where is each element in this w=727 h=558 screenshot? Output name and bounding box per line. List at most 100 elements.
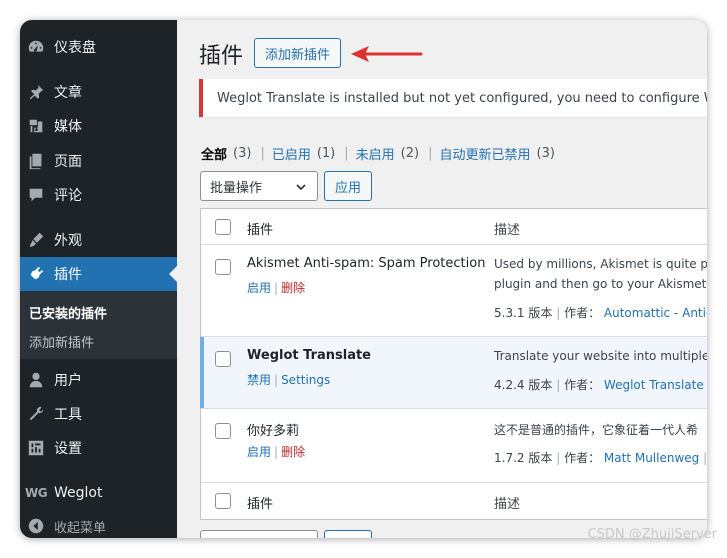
activate-link[interactable]: 启用 [247, 445, 271, 459]
dashboard-icon [26, 37, 46, 57]
sidebar-item-comments[interactable]: 评论 [20, 178, 177, 212]
comment-icon [26, 185, 46, 205]
meta-separator: | [556, 451, 561, 465]
meta-separator: | [556, 378, 561, 392]
plugin-status-filters: 全部 (3) | 已启用 (1) | 未启用 (2) | 自动更新已禁用 (3) [201, 144, 555, 163]
sidebar-item-label: 外观 [54, 233, 82, 249]
author-link[interactable]: Matt Mullenweg [604, 451, 699, 465]
plugin-icon [26, 264, 46, 284]
wp-admin-window: 仪表盘 文章 媒体 页面 评论 外观 插件 已安装的插件 添加新插件 用户 工具… [20, 20, 707, 538]
sidebar-item-users[interactable]: 用户 [20, 363, 177, 397]
apply-button-bottom[interactable] [324, 530, 372, 538]
sidebar-item-label: 评论 [54, 188, 82, 204]
wrench-icon [26, 404, 46, 424]
add-new-plugin-button[interactable]: 添加新插件 [254, 38, 341, 68]
author-label: 作者： [564, 306, 601, 320]
user-icon [26, 370, 46, 390]
author-link[interactable]: Weglot Translate te [604, 378, 707, 392]
plugin-meta: 4.2.4 版本 | 作者： Weglot Translate te [494, 376, 707, 393]
filter-inactive[interactable]: 未启用 [356, 144, 395, 163]
plugin-description-line: plugin and then go to your Akismet S [494, 277, 707, 291]
plugin-meta: 5.3.1 版本 | 作者： Automattic - Anti-s [494, 304, 707, 321]
author-label: 作者： [564, 451, 601, 465]
filter-all-count: (3) [233, 146, 252, 161]
author-label: 作者： [564, 378, 601, 392]
table-header-row: 插件 描述 [201, 209, 707, 245]
main-content: 插件 添加新插件 Weglot Translate is installed b… [177, 20, 707, 538]
plugin-version: 1.7.2 版本 [494, 451, 553, 465]
plugin-description-line: Used by millions, Akismet is quite pos [494, 257, 707, 271]
apply-button[interactable]: 应用 [324, 171, 372, 201]
filter-all[interactable]: 全部 [201, 144, 227, 163]
sidebar-item-pages[interactable]: 页面 [20, 144, 177, 178]
sidebar-item-label: 仪表盘 [54, 40, 96, 56]
settings-link[interactable]: Settings [281, 373, 330, 387]
row-checkbox[interactable] [215, 423, 231, 439]
meta-separator: | [703, 451, 707, 465]
action-separator: | [274, 373, 279, 387]
sidebar-item-label: 用户 [54, 373, 82, 389]
sidebar-item-tools[interactable]: 工具 [20, 397, 177, 431]
page-title: 插件 [199, 44, 244, 69]
sidebar-item-label: 媒体 [54, 119, 82, 135]
settings-icon [26, 438, 46, 458]
author-link[interactable]: Automattic - Anti-s [604, 306, 707, 320]
filter-separator: | [260, 146, 265, 161]
weglot-icon: WG [24, 486, 48, 500]
column-header-description: 描述 [494, 223, 521, 238]
filter-active[interactable]: 已启用 [272, 144, 311, 163]
plugin-name: Akismet Anti-spam: Spam Protection [247, 256, 486, 271]
select-all-checkbox-bottom[interactable] [215, 493, 231, 509]
table-row: Akismet Anti-spam: Spam Protection 启用 | 删除… [201, 245, 707, 337]
action-separator: | [274, 281, 279, 295]
row-checkbox[interactable] [215, 351, 231, 367]
sidebar-item-posts[interactable]: 文章 [20, 75, 177, 109]
row-checkbox[interactable] [215, 259, 231, 275]
meta-separator: | [556, 306, 561, 320]
plugins-table: 插件 描述 Akismet Anti-spam: Spam Protection… [200, 208, 707, 520]
plugin-version: 4.2.4 版本 [494, 378, 553, 392]
bulk-actions-select[interactable]: 批量操作 [200, 171, 318, 201]
delete-link[interactable]: 删除 [281, 281, 305, 295]
bulk-actions-value: 批量操作 [210, 180, 263, 196]
filter-separator: | [344, 146, 349, 161]
filter-inactive-count: (2) [400, 146, 420, 161]
chevron-down-icon [296, 184, 306, 191]
delete-link[interactable]: 删除 [281, 445, 305, 459]
plugin-description-line: 这不是普通的插件，它象征着一代人希 [494, 423, 699, 437]
sidebar-item-label: 收起菜单 [54, 520, 107, 536]
sidebar-item-media[interactable]: 媒体 [20, 109, 177, 143]
select-all-checkbox[interactable] [215, 219, 231, 235]
sidebar-item-dashboard[interactable]: 仪表盘 [20, 30, 177, 64]
table-footer-row: 插件 描述 [201, 483, 707, 520]
sidebar-item-label: 插件 [54, 267, 82, 283]
sidebar-item-label: 页面 [54, 154, 82, 170]
red-arrow-annotation [351, 46, 423, 62]
submenu-add-new-plugin[interactable]: 添加新插件 [29, 332, 94, 351]
sidebar-item-label: 设置 [54, 441, 82, 457]
deactivate-link[interactable]: 禁用 [247, 373, 271, 387]
sidebar-item-settings[interactable]: 设置 [20, 431, 177, 465]
column-footer-plugin: 插件 [247, 497, 274, 512]
collapse-menu-button[interactable]: 收起菜单 [20, 509, 177, 538]
row-actions: 禁用 | Settings [247, 371, 330, 388]
submenu-installed-plugins[interactable]: 已安装的插件 [29, 303, 107, 322]
table-row: Weglot Translate 禁用 | Settings Translate y… [200, 337, 707, 409]
bulk-actions-select-bottom[interactable] [200, 530, 318, 538]
row-actions: 启用 | 删除 [247, 279, 305, 296]
notice-text: Weglot Translate is installed but not ye… [217, 90, 707, 106]
column-header-plugin: 插件 [247, 223, 274, 238]
sidebar-item-weglot[interactable]: WG Weglot [20, 476, 177, 510]
plugin-meta: 1.7.2 版本 | 作者： Matt Mullenweg | 查 [494, 449, 707, 466]
sidebar-item-label: 工具 [54, 407, 82, 423]
collapse-icon [26, 516, 46, 536]
sidebar-item-plugins[interactable]: 插件 [20, 257, 177, 291]
plugins-submenu: 已安装的插件 添加新插件 [20, 291, 177, 359]
filter-active-count: (1) [316, 146, 336, 161]
media-icon [26, 116, 46, 136]
filter-auto-update-disabled[interactable]: 自动更新已禁用 [439, 144, 530, 163]
weglot-config-notice: Weglot Translate is installed but not ye… [199, 79, 707, 117]
pin-icon [26, 82, 46, 102]
activate-link[interactable]: 启用 [247, 281, 271, 295]
sidebar-item-appearance[interactable]: 外观 [20, 223, 177, 257]
